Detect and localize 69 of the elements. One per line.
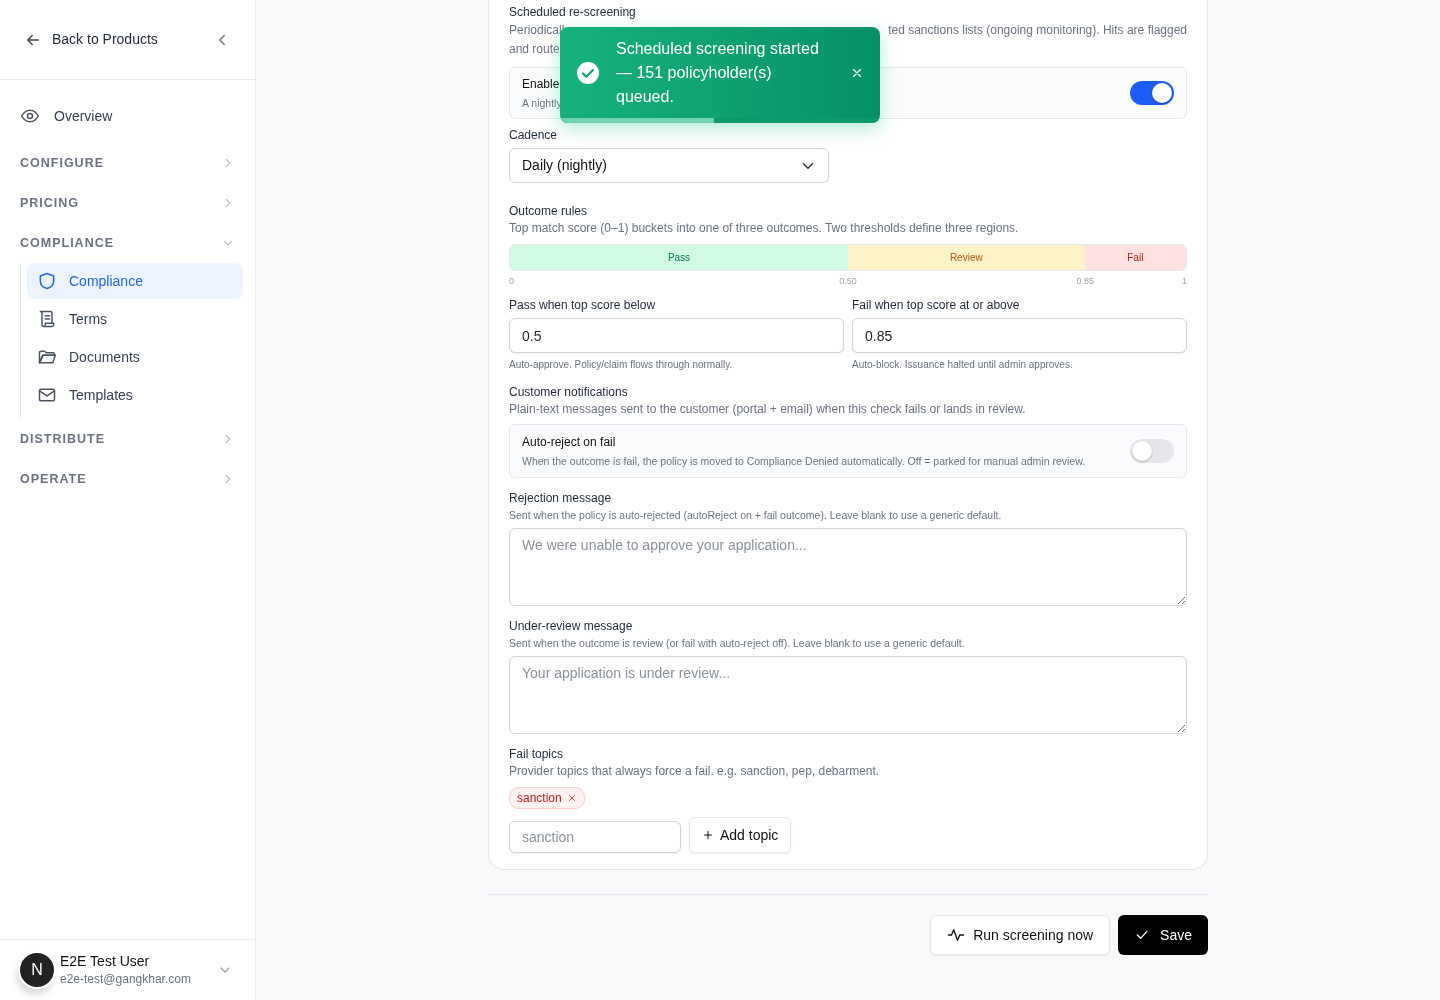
field-label: Fail topics <box>509 746 565 763</box>
topic-tag: sanction <box>509 787 585 809</box>
score-input[interactable]: 0.85 <box>852 318 1187 353</box>
field-label: Under-review message <box>509 618 634 635</box>
sidebar-item[interactable]: Terms <box>27 301 243 337</box>
sidebar-item[interactable]: Documents <box>27 339 243 375</box>
message-textarea[interactable]: Your application is under review... <box>509 656 1187 734</box>
help-text: When the outcome is fail, the policy is moved to Compliance Denied automatically. Off = parked for manual admin review. <box>522 454 1086 469</box>
help-text: Plain-text messages sent to the customer (portal + email) when this check fails or lands in review. <box>509 401 1027 417</box>
region-label: Review <box>948 251 984 265</box>
field-label: Outcome rules <box>509 203 589 220</box>
sidebar-section-header[interactable]: OPERATE <box>0 459 255 499</box>
folder-icon <box>37 347 57 367</box>
field-label: Rejection message <box>509 490 613 507</box>
toggle-label: Auto-reject on fail <box>522 434 617 451</box>
help-text: ted sanctions lists (ongoing monitoring). Hits are flagged <box>888 22 1187 38</box>
success-check-icon <box>576 61 600 85</box>
envelope-icon <box>37 385 57 405</box>
run-screening-button[interactable]: Run screening now <box>930 915 1111 955</box>
help-text: Auto-block. Issuance halted until admin approves. <box>852 358 1074 372</box>
axis-tick-label: 1 <box>1182 275 1187 288</box>
pulse-icon <box>947 926 966 944</box>
score-input[interactable]: 0.5 <box>509 318 844 353</box>
sidebar-section-header[interactable]: PRICING <box>0 183 255 223</box>
avatar: N <box>18 951 56 989</box>
help-text: Provider topics that always force a fail. e.g. sanction, pep, debarment. <box>509 763 881 779</box>
toast-message: Scheduled screening started — 151 policyholder(s) queued. <box>615 39 820 107</box>
field-label: Cadence <box>509 127 559 144</box>
eye-icon <box>20 106 40 126</box>
field-label: Pass when top score below <box>509 297 657 314</box>
field-label: Scheduled re-screening <box>509 4 637 21</box>
help-text: and route <box>509 42 560 56</box>
axis-tick-label: 0 <box>509 275 514 288</box>
remove-tag-button[interactable] <box>566 793 577 803</box>
message-textarea[interactable]: We were unable to approve your application... <box>509 528 1187 606</box>
sidebar-section-header[interactable]: DISTRIBUTE <box>0 419 255 459</box>
close-toast-button[interactable] <box>850 66 864 80</box>
cadence-select[interactable]: Daily (nightly) <box>509 148 829 183</box>
shield-icon <box>37 271 57 291</box>
help-text: Top match score (0–1) buckets into one of three outcomes. Two thresholds define three regions. <box>509 220 1020 236</box>
toggle-label: Enable <box>522 76 561 93</box>
axis-tick-label: 0.85 <box>1076 275 1095 288</box>
sidebar-section-header[interactable]: CONFIGURE <box>0 143 255 183</box>
add-topic-button[interactable]: Add topic <box>689 817 792 853</box>
sidebar-item[interactable]: Compliance <box>27 263 243 299</box>
sidebar-section-header[interactable]: COMPLIANCE <box>0 223 255 263</box>
help-text: A nightly <box>522 96 562 111</box>
toggle-switch[interactable] <box>1130 81 1174 105</box>
save-button[interactable]: Save <box>1118 915 1208 955</box>
user-name: E2E Test User <box>60 952 151 970</box>
field-label: Customer notifications <box>509 384 629 401</box>
axis-tick-label: 0.50 <box>839 275 857 288</box>
close-icon <box>850 66 864 80</box>
back-link[interactable]: Back to Products <box>24 29 158 50</box>
topic-input[interactable]: sanction <box>509 821 681 853</box>
toggle-switch[interactable] <box>1130 439 1174 463</box>
plus-icon <box>702 829 714 841</box>
user-email: e2e-test@gangkhar.com <box>60 971 192 988</box>
help-text: Periodicall <box>509 22 565 38</box>
region-label: Fail <box>1126 251 1145 265</box>
sidebar-item[interactable]: Templates <box>27 377 243 413</box>
region-label: Pass <box>666 251 692 265</box>
help-text: Auto-approve. Policy/claim flows through normally. <box>509 358 734 372</box>
field-label: Fail when top score at or above <box>852 297 1021 314</box>
scroll-icon <box>37 309 57 329</box>
sidebar-item[interactable]: Overview <box>0 96 255 136</box>
help-text: Sent when the policy is auto-rejected (autoReject on + fail outcome). Leave blank to use a generic default. <box>509 508 1003 523</box>
help-text: Sent when the outcome is review (or fail with auto-reject off). Leave blank to use a generic default. <box>509 636 966 651</box>
close-icon <box>566 793 577 803</box>
